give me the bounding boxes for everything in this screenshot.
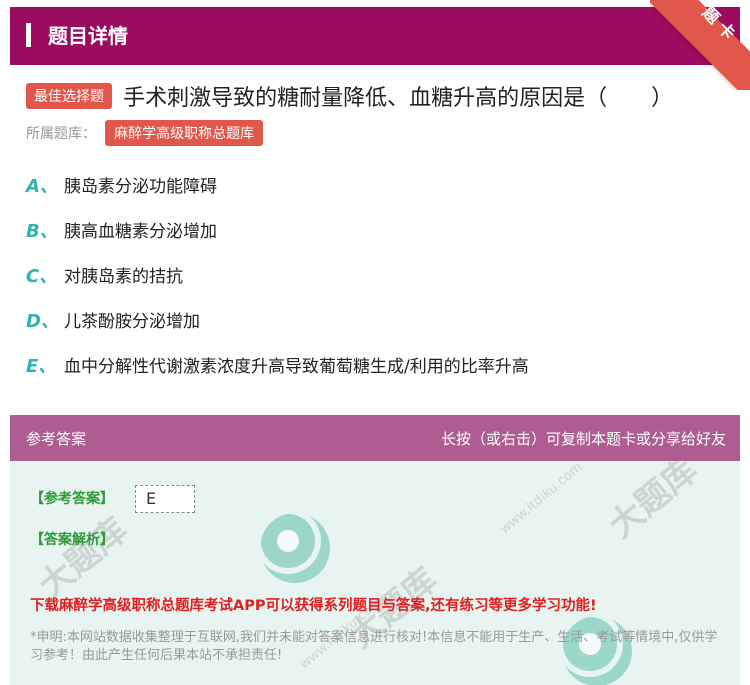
disclaimer-text: *申明:本网站数据收集整理于互联网,我们并未能对答案信息进行核对!本信息不能用于…	[30, 630, 718, 663]
option-text: 对胰岛素的拮抗	[64, 267, 183, 287]
answer-panel: 大题库 大题库 大题库 www.itdiku.com www.itdiku.co…	[10, 461, 740, 685]
question-type-badge: 最佳选择题	[26, 83, 112, 109]
question-row: 最佳选择题 手术刺激导致的糖耐量降低、血糖升高的原因是（ ）	[26, 80, 726, 111]
answer-header: 参考答案 长按（或右击）可复制本题卡或分享给好友	[10, 415, 740, 461]
bank-label: 所属题库：	[26, 126, 96, 142]
analysis-label: 【答案解析】	[30, 532, 114, 548]
page-title: 题目详情	[48, 24, 128, 48]
option-a[interactable]: A、 胰岛素分泌功能障碍	[26, 172, 726, 217]
option-letter: E、	[26, 356, 57, 377]
option-text: 胰岛素分泌功能障碍	[64, 177, 217, 197]
share-hint: 长按（或右击）可复制本题卡或分享给好友	[440, 430, 726, 448]
option-e[interactable]: E、 血中分解性代谢激素浓度升高导致葡萄糖生成/利用的比率升高	[26, 352, 726, 397]
option-c[interactable]: C、 对胰岛素的拮抗	[26, 262, 726, 307]
option-letter: B、	[26, 221, 58, 242]
page-header: 题目详情	[10, 7, 740, 65]
option-letter: A、	[26, 176, 58, 197]
download-app-link[interactable]: 下载麻醉学高级职称总题库考试APP可以获得系列题目与答案,还有练习等更多学习功能…	[30, 594, 597, 615]
option-text: 血中分解性代谢激素浓度升高导致葡萄糖生成/利用的比率升高	[64, 357, 529, 377]
watermark-logo-icon	[260, 513, 330, 583]
options-list: A、 胰岛素分泌功能障碍 B、 胰高血糖素分泌增加 C、 对胰岛素的拮抗 D、 …	[26, 172, 726, 397]
answer-value: E	[135, 485, 195, 513]
question-text: 手术刺激导致的糖耐量降低、血糖升高的原因是（ ）	[123, 86, 674, 111]
option-d[interactable]: D、 儿茶酚胺分泌增加	[26, 307, 726, 352]
answer-header-title: 参考答案	[26, 430, 87, 448]
bank-link[interactable]: 麻醉学高级职称总题库	[105, 120, 264, 146]
option-text: 儿茶酚胺分泌增加	[64, 312, 200, 332]
watermark-brand: 大题库	[31, 510, 136, 607]
option-text: 胰高血糖素分泌增加	[64, 222, 217, 242]
corner-ribbon: 题卡	[650, 0, 750, 90]
watermark-brand: 大题库	[601, 461, 706, 547]
option-letter: C、	[26, 266, 58, 287]
header-accent-bar	[26, 23, 31, 47]
option-letter: D、	[26, 311, 59, 332]
question-bank-row: 所属题库： 麻醉学高级职称总题库	[26, 120, 264, 146]
answer-label: 【参考答案】	[30, 491, 114, 507]
watermark-url: www.itdiku.com	[497, 461, 586, 538]
option-b[interactable]: B、 胰高血糖素分泌增加	[26, 217, 726, 262]
